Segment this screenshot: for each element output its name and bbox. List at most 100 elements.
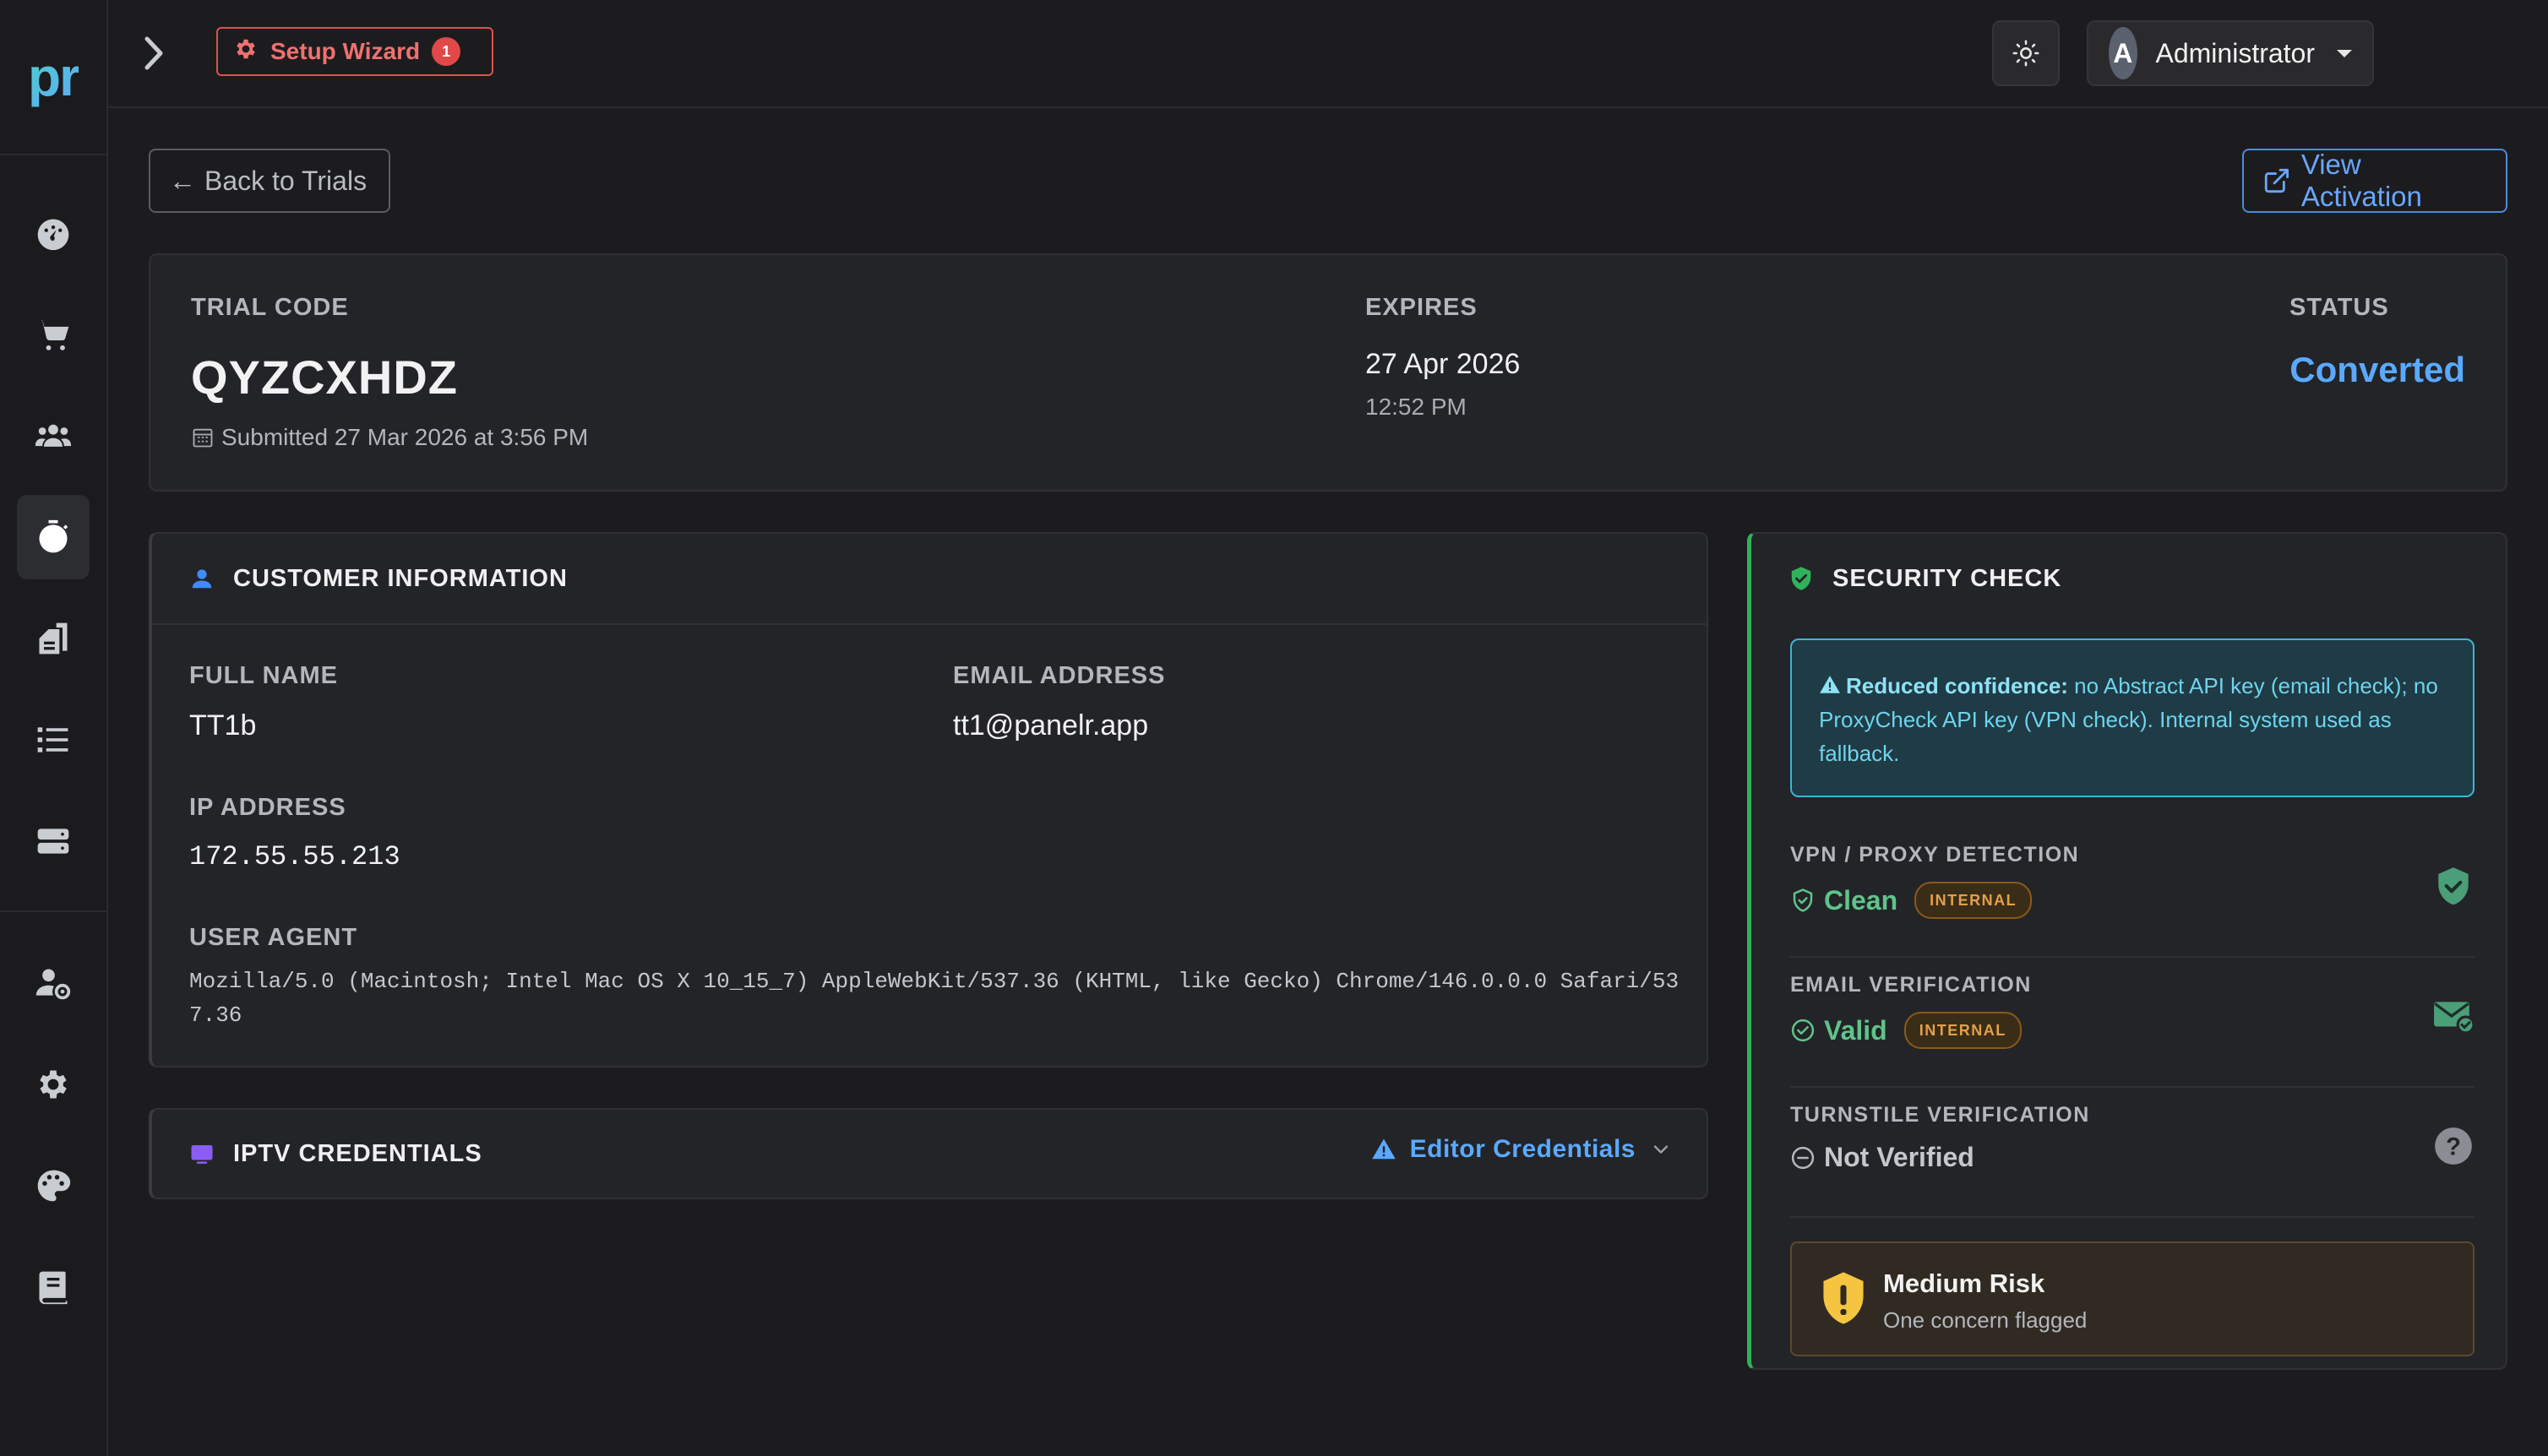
- trial-code-label: TRIAL CODE: [191, 294, 349, 321]
- expires-label: EXPIRES: [1365, 294, 1478, 321]
- risk-level: Medium Risk: [1883, 1269, 2045, 1298]
- tv-icon: [191, 1145, 213, 1164]
- email-address-value: tt1@panelr.app: [953, 709, 1149, 742]
- sidebar-item-admin-users[interactable]: [17, 941, 90, 1025]
- sidebar-item-appearance[interactable]: [17, 1144, 90, 1228]
- palette-icon: [37, 1170, 71, 1202]
- sidebar-item-list[interactable]: [17, 698, 90, 782]
- gear-icon: [40, 1070, 67, 1099]
- check-circle-icon: [1791, 1019, 1815, 1042]
- server-icon: [37, 829, 69, 854]
- turnstile-verification-row: TURNSTILE VERIFICATION Not Verified ?: [1790, 1086, 2474, 1218]
- vpn-shield-status-icon: [2432, 865, 2474, 907]
- envelope-check-icon: [2434, 1002, 2475, 1035]
- theme-toggle-button[interactable]: [1992, 20, 2060, 86]
- iptv-credentials-card[interactable]: IPTV CREDENTIALS Editor Credentials: [149, 1108, 1708, 1199]
- security-check-header: SECURITY CHECK: [1751, 534, 2506, 623]
- customer-information-header: CUSTOMER INFORMATION: [152, 534, 1707, 625]
- setup-wizard-label: Setup Wizard: [270, 38, 421, 64]
- editor-credentials-toggle[interactable]: Editor Credentials: [1371, 1135, 1673, 1164]
- internal-badge: INTERNAL: [1914, 882, 2033, 919]
- question-circle-icon: ?: [2435, 1127, 2472, 1165]
- notification-badge: 1: [432, 37, 461, 66]
- arrow-left-icon: ←: [169, 165, 196, 196]
- vpn-proxy-status: Clean INTERNAL: [1790, 882, 2033, 919]
- caret-down-icon: [2337, 49, 2352, 57]
- user-agent-label: USER AGENT: [189, 924, 358, 951]
- email-address-label: EMAIL ADDRESS: [953, 662, 1166, 689]
- sidebar-item-trials[interactable]: [17, 495, 90, 579]
- full-name-label: FULL NAME: [189, 662, 339, 689]
- minus-circle-icon: [1791, 1146, 1815, 1169]
- app-logo[interactable]: pr: [0, 0, 106, 155]
- sun-icon: [2012, 40, 2039, 67]
- turnstile-status-icon: ?: [2432, 1125, 2474, 1167]
- svg-text:?: ?: [2446, 1133, 2461, 1160]
- chevron-down-icon: [1653, 1145, 1669, 1154]
- editor-credentials-label: Editor Credentials: [1409, 1135, 1636, 1163]
- customer-information-card: CUSTOMER INFORMATION FULL NAME TT1b EMAI…: [149, 532, 1708, 1068]
- internal-badge: INTERNAL: [1903, 1012, 2022, 1049]
- turnstile-verification-label: TURNSTILE VERIFICATION: [1790, 1103, 2090, 1127]
- vpn-proxy-label: VPN / PROXY DETECTION: [1790, 843, 2080, 867]
- turnstile-verification-status: Not Verified: [1790, 1142, 1974, 1173]
- sidebar-item-settings[interactable]: [17, 1042, 90, 1127]
- user-icon: [192, 569, 212, 589]
- turnstile-verification-value: Not Verified: [1824, 1142, 1974, 1172]
- user-agent-value: Mozilla/5.0 (Macintosh; Intel Mac OS X 1…: [189, 969, 1680, 1028]
- trial-code: QYZCXHDZ: [191, 350, 458, 404]
- expires-time: 12:52 PM: [1365, 394, 1467, 420]
- status-value: Converted: [2289, 350, 2465, 389]
- external-link-icon: [2264, 168, 2289, 193]
- email-verification-label: EMAIL VERIFICATION: [1790, 973, 2032, 997]
- alert-title: Reduced confidence:: [1846, 673, 2068, 698]
- avatar: A: [2109, 27, 2137, 79]
- sidebar-item-servers[interactable]: [17, 799, 90, 883]
- user-name: Administrator: [2155, 37, 2316, 68]
- ip-address-value: 172.55.55.213: [189, 841, 400, 872]
- view-activation-button[interactable]: View Activation: [2242, 149, 2507, 213]
- back-to-trials-button[interactable]: ← Back to Trials: [149, 149, 390, 213]
- sidebar-item-customers[interactable]: [17, 394, 90, 478]
- full-name-value: TT1b: [189, 709, 257, 742]
- dashboard-icon: [37, 219, 69, 251]
- stopwatch-icon: [39, 519, 68, 553]
- reduced-confidence-alert: Reduced confidence: no Abstract API key …: [1790, 638, 2474, 797]
- cart-icon: [37, 320, 69, 350]
- chevron-right-icon: [144, 36, 163, 70]
- trial-summary-card: TRIAL CODE QYZCXHDZ Submitted 27 Mar 202…: [149, 253, 2507, 492]
- calendar-icon: [193, 428, 213, 448]
- warning-icon: [1371, 1138, 1396, 1160]
- email-status-icon: [2432, 995, 2475, 1037]
- setup-wizard-button[interactable]: Setup Wizard 1: [216, 27, 493, 76]
- vpn-proxy-row: VPN / PROXY DETECTION Clean INTERNAL: [1790, 826, 2474, 958]
- status-label: STATUS: [2289, 294, 2389, 321]
- shield-check-icon: [1791, 567, 1811, 590]
- sidebar-item-docs[interactable]: [17, 1245, 90, 1329]
- risk-description: One concern flagged: [1883, 1307, 2088, 1333]
- security-check-title: SECURITY CHECK: [1832, 564, 2062, 592]
- sidebar-toggle-button[interactable]: [137, 32, 171, 74]
- users-icon: [35, 424, 72, 447]
- email-verification-status: Valid INTERNAL: [1790, 1012, 2022, 1049]
- ip-address-label: IP ADDRESS: [189, 794, 346, 821]
- list-icon: [37, 727, 68, 752]
- customer-information-title: CUSTOMER INFORMATION: [233, 564, 568, 592]
- user-settings-icon: [35, 969, 71, 1000]
- security-check-card: SECURITY CHECK Reduced confidence: no Ab…: [1747, 532, 2507, 1370]
- shield-outline-icon: [1793, 888, 1813, 912]
- sidebar-item-reports[interactable]: [17, 596, 90, 681]
- user-menu-button[interactable]: A Administrator: [2087, 20, 2374, 86]
- shield-exclamation-icon: [1823, 1272, 1864, 1324]
- sidebar-item-dashboard[interactable]: [17, 191, 90, 275]
- sidebar-item-orders[interactable]: [17, 292, 90, 377]
- submitted-date: Submitted 27 Mar 2026 at 3:56 PM: [191, 424, 588, 451]
- gear-icon: [233, 36, 259, 68]
- view-activation-label: View Activation: [2300, 149, 2422, 212]
- risk-summary: Medium Risk One concern flagged: [1790, 1241, 2474, 1356]
- iptv-credentials-title: IPTV CREDENTIALS: [233, 1139, 482, 1167]
- warning-icon: [1820, 676, 1840, 693]
- shield-check-icon: [2438, 867, 2469, 905]
- sidebar: pr: [0, 0, 108, 1456]
- top-bar: Setup Wizard 1 A Administrator: [108, 0, 2548, 108]
